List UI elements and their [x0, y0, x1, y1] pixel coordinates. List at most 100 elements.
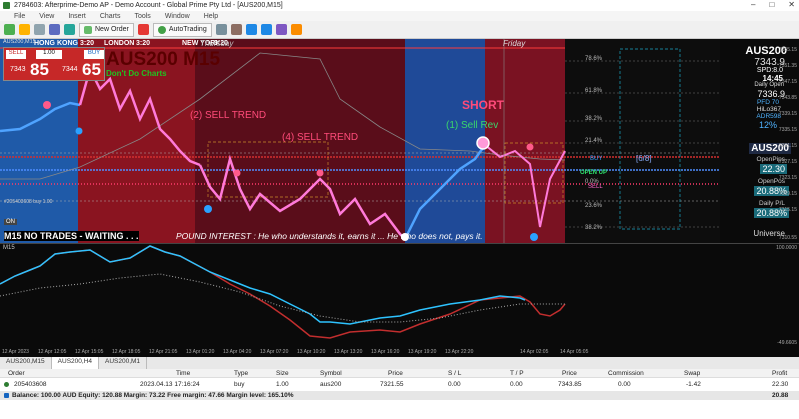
pivot-marker — [43, 101, 51, 109]
lot-size-input[interactable]: 1.00 — [36, 50, 62, 59]
col-symbol[interactable]: Symbol — [320, 370, 342, 377]
table-row[interactable]: 205403608 2023.04.13 17:16:24 buy 1.00 a… — [0, 380, 799, 389]
one-click-trading-panel: SELL 1.00 BUY 7343 85 7344 65 — [3, 47, 105, 81]
price-axis-label: 7331.15 — [778, 143, 797, 149]
short-label: SHORT — [462, 98, 504, 112]
title-bar: 2784603: Afterprime-Demo AP - Demo Accou… — [0, 0, 799, 11]
menu-view[interactable]: View — [39, 13, 54, 20]
line-icon[interactable] — [230, 24, 242, 35]
time-axis-label: 12 Apr 2023 — [2, 349, 29, 355]
market-watch-icon[interactable] — [34, 24, 45, 35]
fraction-label: [6/8] — [636, 154, 652, 163]
menu-insert[interactable]: Insert — [68, 13, 86, 20]
price-chart[interactable]: SELL 1.00 BUY 7343 85 7344 65 AUS200,M15… — [0, 39, 799, 243]
sell-button[interactable]: SELL — [6, 50, 26, 59]
col-size[interactable]: Size — [276, 370, 289, 377]
profiles-icon[interactable] — [19, 24, 30, 35]
session-london-time: 3:20 — [136, 40, 151, 47]
new-order-label: New Order — [95, 26, 129, 33]
cell-time: 2023.04.13 17:16:24 — [140, 381, 200, 388]
new-chart-icon[interactable] — [4, 24, 15, 35]
tab-aus200-m15[interactable]: AUS200,M15 — [0, 357, 52, 369]
session-zone — [485, 39, 565, 243]
oscillator-main-line — [0, 245, 526, 325]
col-order[interactable]: Order — [8, 370, 25, 377]
window-title: 2784603: Afterprime-Demo AP - Demo Accou… — [14, 2, 283, 9]
menu-window[interactable]: Window — [165, 13, 190, 20]
col-profit[interactable]: Profit — [772, 370, 787, 377]
price-axis-label: 7355.15 — [778, 47, 797, 53]
cell-order: 205403608 — [14, 381, 47, 388]
balance-icon — [4, 393, 9, 398]
info-daily-pl-label: Daily P/L — [758, 200, 785, 207]
minimize-button[interactable]: – — [751, 0, 755, 9]
session-hongkong-time: 3:20 — [80, 40, 95, 47]
sell-trend-4-label: (4) SELL TREND — [282, 132, 359, 143]
info-adr: ADR598 — [756, 113, 781, 120]
close-button[interactable]: ✕ — [788, 0, 795, 9]
menu-tools[interactable]: Tools — [134, 13, 150, 20]
zoom-out-icon[interactable] — [260, 24, 272, 35]
cell-swap: -1.42 — [686, 381, 701, 388]
fib-label: 38.2% — [585, 225, 603, 231]
pivot-marker — [204, 205, 212, 213]
order-type-icon — [4, 382, 9, 387]
buy-price-big[interactable]: 65 — [82, 60, 101, 80]
tab-aus200-h4[interactable]: AUS200,H4 — [51, 357, 99, 369]
col-commission[interactable]: Commission — [608, 370, 644, 377]
day-label-thursday: Thursday — [200, 39, 234, 48]
maximize-button[interactable]: □ — [769, 0, 774, 9]
cell-profit: 22.30 — [772, 381, 789, 388]
price-axis-label: 7323.15 — [778, 175, 797, 181]
menu-charts[interactable]: Charts — [100, 13, 121, 20]
col-type[interactable]: Type — [234, 370, 248, 377]
period-icon[interactable] — [275, 24, 287, 35]
cell-current-price: 7343.85 — [558, 381, 582, 388]
crosshair-icon[interactable] — [215, 24, 227, 35]
buy-button[interactable]: BUY — [84, 50, 104, 59]
new-order-button[interactable]: New Order — [79, 22, 134, 37]
time-axis-label: 13 Apr 10:20 — [297, 349, 326, 355]
fib-label: 23.6% — [585, 203, 603, 209]
oscillator-pane[interactable]: M15 100.0000 -49.6605 — [0, 243, 799, 348]
on-toggle[interactable]: ON — [4, 219, 17, 225]
time-axis-label: 13 Apr 07:20 — [260, 349, 289, 355]
price-axis-label: 7335.15 — [778, 127, 797, 133]
col-swap[interactable]: Swap — [684, 370, 700, 377]
col-current-price[interactable]: Price — [562, 370, 577, 377]
col-price[interactable]: Price — [388, 370, 403, 377]
session-london: LONDON — [104, 40, 135, 47]
play-icon — [157, 25, 166, 34]
tab-aus200-m1[interactable]: AUS200,M1 — [99, 357, 148, 369]
sell-price-big[interactable]: 85 — [30, 60, 49, 80]
price-axis-label: 7319.15 — [778, 191, 797, 197]
osc-axis-top: 100.0000 — [776, 245, 797, 251]
session-hongkong: HONG KONG — [34, 40, 78, 47]
time-axis-label: 12 Apr 12:05 — [38, 349, 67, 355]
cell-size: 1.00 — [276, 381, 289, 388]
template-icon[interactable] — [290, 24, 302, 35]
cell-tp: 0.00 — [510, 381, 523, 388]
plus-icon — [84, 25, 92, 34]
col-sl[interactable]: S / L — [448, 370, 461, 377]
autotrading-label: AutoTrading — [168, 26, 207, 33]
col-time[interactable]: Time — [176, 370, 190, 377]
sell-trend-2-label: (2) SELL TREND — [190, 110, 267, 121]
price-axis-label: 7327.15 — [778, 159, 797, 165]
sell-rev-label: (1) Sell Rev — [446, 120, 499, 131]
buy-price-small: 7344 — [62, 66, 78, 73]
menu-file[interactable]: File — [14, 13, 25, 20]
pivot-marker — [530, 233, 538, 241]
toolbar: New Order AutoTrading — [0, 21, 799, 39]
tester-icon[interactable] — [137, 24, 149, 35]
navigator-icon[interactable] — [49, 24, 60, 35]
col-tp[interactable]: T / P — [510, 370, 524, 377]
info-pfd: PFD 70 — [756, 99, 779, 106]
info-hilo: HiLo367 — [756, 106, 781, 113]
zoom-in-icon[interactable] — [245, 24, 257, 35]
position-label: #205403608 buy 1.00 — [4, 199, 53, 205]
autotrading-button[interactable]: AutoTrading — [152, 22, 212, 37]
menu-help[interactable]: Help — [204, 13, 218, 20]
oscillator-label: M15 — [3, 245, 15, 251]
terminal-icon[interactable] — [64, 24, 75, 35]
